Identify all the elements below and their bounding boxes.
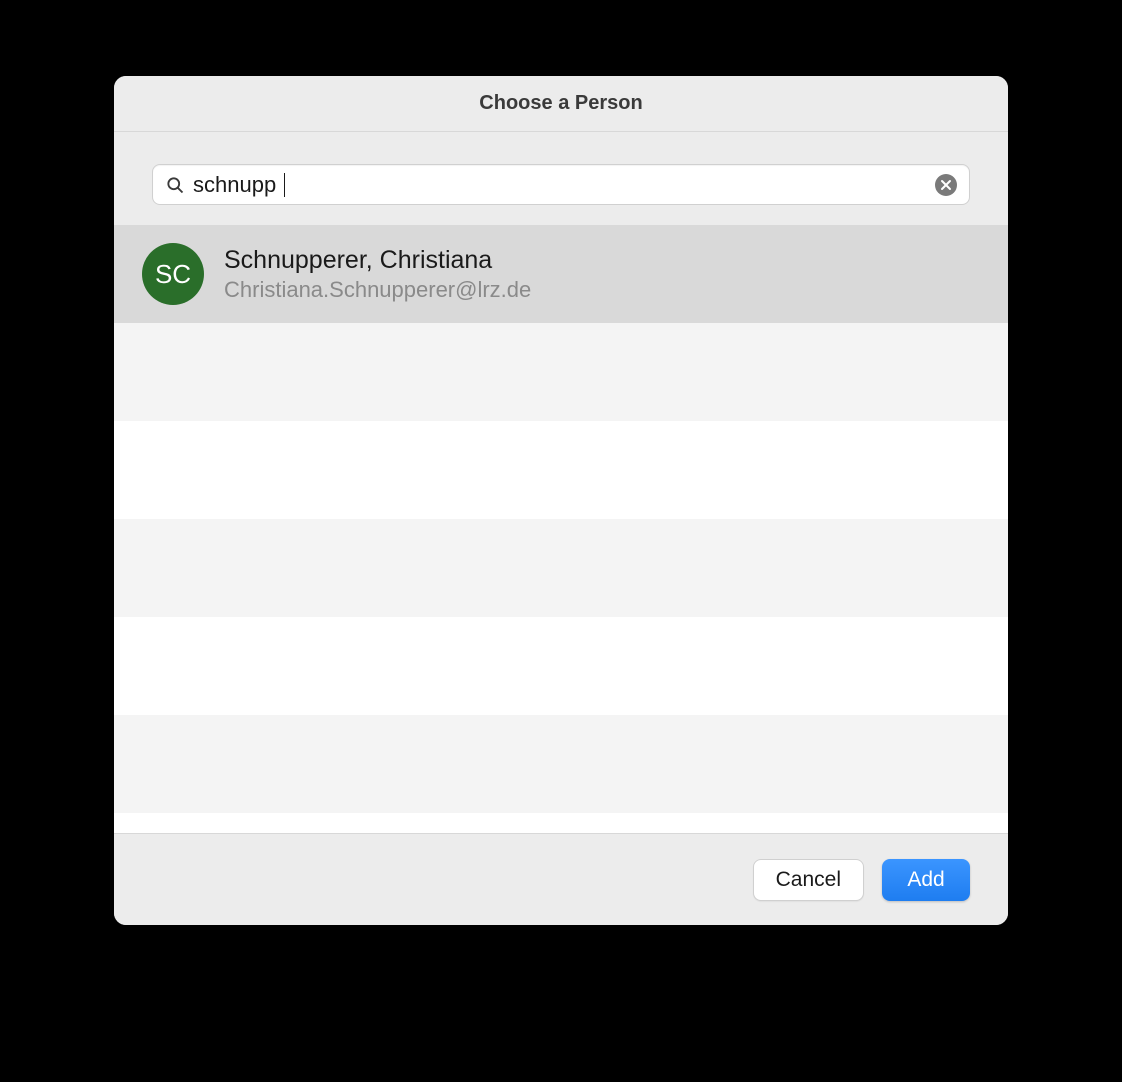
results-list: SC Schnupperer, Christiana Christiana.Sc… [114, 225, 1008, 833]
search-input-wrap [193, 165, 935, 204]
person-name: Schnupperer, Christiana [224, 246, 531, 275]
empty-row [114, 323, 1008, 421]
add-button[interactable]: Add [882, 859, 970, 901]
clear-search-button[interactable] [935, 174, 957, 196]
choose-person-dialog: Choose a Person SC [114, 76, 1008, 925]
dialog-title: Choose a Person [479, 92, 642, 115]
person-email: Christiana.Schnupperer@lrz.de [224, 277, 531, 303]
text-caret [284, 173, 285, 197]
search-field[interactable] [152, 164, 970, 205]
cancel-button[interactable]: Cancel [753, 859, 864, 901]
person-info: Schnupperer, Christiana Christiana.Schnu… [224, 246, 531, 303]
search-input[interactable] [193, 165, 481, 204]
avatar: SC [142, 243, 204, 305]
empty-row [114, 715, 1008, 813]
empty-row [114, 421, 1008, 519]
empty-row [114, 519, 1008, 617]
title-bar: Choose a Person [114, 76, 1008, 132]
search-area [114, 132, 1008, 225]
result-row[interactable]: SC Schnupperer, Christiana Christiana.Sc… [114, 225, 1008, 323]
search-icon [165, 175, 185, 195]
empty-row [114, 813, 1008, 833]
dialog-footer: Cancel Add [114, 833, 1008, 925]
empty-row [114, 617, 1008, 715]
